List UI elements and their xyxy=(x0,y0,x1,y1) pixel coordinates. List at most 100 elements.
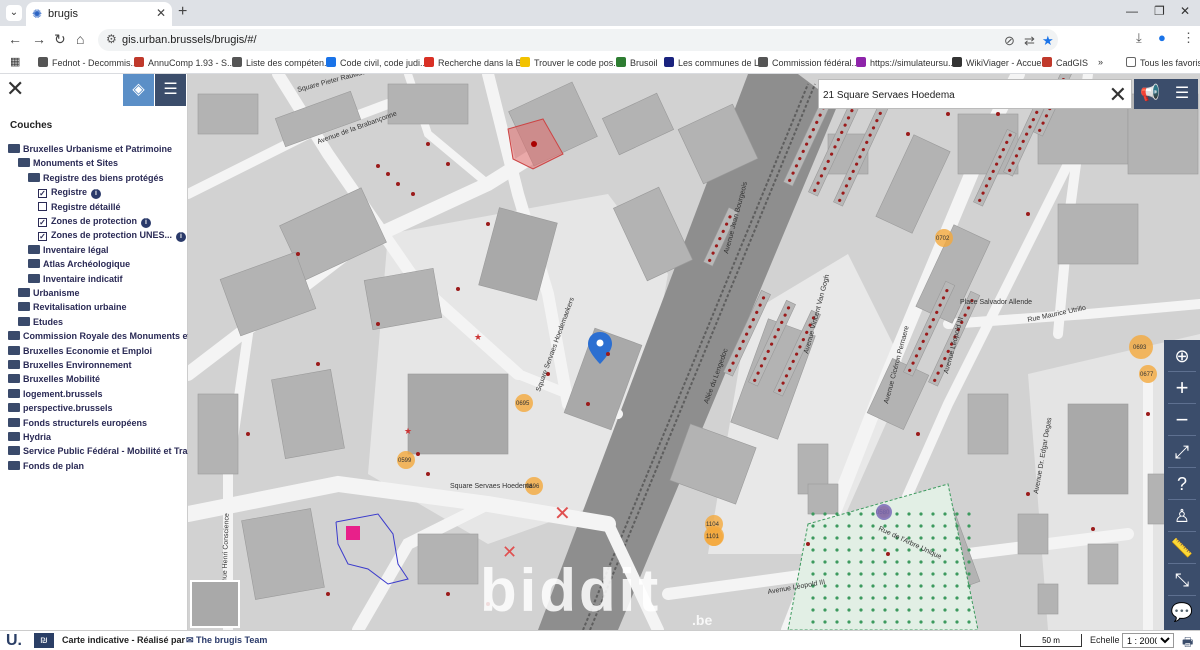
browser-toolbar: ← → ↻ ⌂ ⚙ gis.urban.brussels/brugis/#/ ⊘… xyxy=(0,26,1200,54)
announcement-icon[interactable]: 📢 xyxy=(1134,79,1166,109)
search-input[interactable] xyxy=(823,86,1103,104)
close-tab-icon[interactable]: ✕ xyxy=(156,6,166,20)
bookmark-item[interactable]: Les communes de L... xyxy=(664,57,767,68)
bookmark-item[interactable]: Commission fédéral... xyxy=(758,57,859,68)
layer-tree-item[interactable]: ✓ Zones de protection UNES... i xyxy=(38,230,187,243)
fullscreen-icon[interactable]: ⤡ xyxy=(1164,564,1200,596)
minimize-icon[interactable]: — xyxy=(1126,4,1138,18)
main-menu-icon[interactable]: ☰ xyxy=(1166,79,1198,109)
bookmark-star-icon[interactable]: ★ xyxy=(1042,33,1054,49)
layer-tree-item[interactable]: Registre détaillé xyxy=(38,201,121,214)
legend-list-icon[interactable]: ☰ xyxy=(155,74,186,106)
layer-tree-item[interactable]: Revitalisation urbaine xyxy=(18,302,127,314)
layer-tree-item[interactable]: ✓ Zones de protection i xyxy=(38,216,152,228)
layer-tree-item[interactable]: perspective.brussels xyxy=(8,403,113,415)
restore-icon[interactable]: ❐ xyxy=(1154,4,1165,18)
back-icon[interactable]: ← xyxy=(8,31,22,47)
clear-search-icon[interactable]: ✕ xyxy=(1109,82,1127,108)
apps-grid-icon[interactable]: ▦ xyxy=(10,55,20,68)
layer-tree-item[interactable]: Service Public Fédéral - Mobilité et Tra… xyxy=(8,446,195,458)
layer-tree-item[interactable]: Bruxelles Urbanisme et Patrimoine xyxy=(8,144,172,156)
locate-icon[interactable]: ⊕ xyxy=(1164,340,1200,372)
translate-icon[interactable]: ⇄ xyxy=(1024,33,1035,49)
layer-tree-item[interactable]: Inventaire indicatif xyxy=(28,273,123,286)
street-view-icon[interactable]: ♙ xyxy=(1164,500,1200,532)
bookmark-item[interactable]: Fednot - Decommis... xyxy=(38,57,138,68)
layer-label: Atlas Archéologique xyxy=(43,259,131,270)
bookmark-item[interactable]: Recherche dans la B... xyxy=(424,57,529,68)
layer-tree-item[interactable]: Etudes xyxy=(18,316,63,329)
window-close-icon[interactable]: ✕ xyxy=(1180,4,1190,18)
layer-tree-item[interactable]: Bruxelles Mobilité xyxy=(8,374,100,386)
brussels-iris-logo-icon: ₪ xyxy=(34,633,54,648)
layer-tree-item[interactable]: ✓ Registre i xyxy=(38,187,102,200)
layer-tree-item[interactable]: Urbanisme xyxy=(18,288,80,300)
folder-icon xyxy=(8,417,20,427)
measure-ruler-icon[interactable]: 📏 xyxy=(1164,532,1200,564)
overview-map-thumbnail[interactable] xyxy=(190,580,240,628)
profile-icon[interactable]: ● xyxy=(1158,30,1166,45)
scale-select[interactable]: 1 : 2000 xyxy=(1122,633,1174,648)
layer-checkbox[interactable]: ✓ xyxy=(38,189,47,199)
map-canvas[interactable]: ✕ ✕ ★ ★ 06950599069607020693067711041102… xyxy=(188,74,1200,630)
bookmark-item[interactable]: CadGIS xyxy=(1042,57,1088,68)
zoom-out-icon[interactable]: − xyxy=(1164,404,1200,436)
layer-tree-item[interactable]: logement.brussels xyxy=(8,388,103,401)
layer-tree-item[interactable]: Bruxelles Economie et Emploi xyxy=(8,345,152,358)
bookmark-item[interactable]: AnnuComp 1.93 - S... xyxy=(134,57,235,68)
eye-off-icon[interactable]: ⊘ xyxy=(1004,33,1015,49)
layer-tree-item[interactable]: Monuments et Sites xyxy=(18,158,118,170)
bookmarks-more[interactable]: » xyxy=(1098,57,1103,67)
browser-tab[interactable]: ✺ brugis ✕ xyxy=(26,2,172,26)
layer-tree-item[interactable]: Inventaire légal xyxy=(28,244,109,257)
layer-checkbox[interactable] xyxy=(38,201,47,211)
layer-tree-item[interactable]: Registre des biens protégés xyxy=(28,172,164,185)
home-icon[interactable]: ⌂ xyxy=(76,31,84,47)
layer-checkbox[interactable]: ✓ xyxy=(38,232,47,242)
bookmark-item[interactable]: Liste des compéten... xyxy=(232,57,332,68)
address-bar[interactable]: ⚙ gis.urban.brussels/brugis/#/ ⊘ ⇄ ★ xyxy=(98,29,1058,51)
layer-info-icon[interactable]: i xyxy=(176,232,187,243)
layer-label: Registre détaillé xyxy=(51,201,121,212)
folder-icon xyxy=(8,360,20,369)
full-extent-icon[interactable]: ⤢ xyxy=(1164,436,1200,468)
bookmark-label: WikiViager - Accueil xyxy=(966,58,1046,68)
new-tab-icon[interactable]: + xyxy=(178,3,187,21)
brugis-team-link[interactable]: ✉ The brugis Team xyxy=(186,635,267,646)
layer-tree-item[interactable]: Commission Royale des Monuments et... xyxy=(8,331,198,343)
layer-tree-item[interactable]: Fonds structurels européens xyxy=(8,417,147,430)
reload-icon[interactable]: ↻ xyxy=(54,31,66,48)
close-panel-icon[interactable]: ✕ xyxy=(6,78,24,100)
poi-label: 0599 xyxy=(398,458,412,464)
site-info-icon[interactable]: ⚙ xyxy=(106,32,117,46)
bookmark-item[interactable]: Trouver le code pos... xyxy=(520,57,621,68)
bookmark-item[interactable]: Brusoil xyxy=(616,57,658,68)
print-icon[interactable]: 🖶 xyxy=(1182,633,1193,650)
bookmark-item[interactable]: WikiViager - Accueil xyxy=(952,57,1045,68)
layers-tab-icon[interactable]: ◈ xyxy=(123,74,154,106)
bookmark-item[interactable]: Code civil, code judi... xyxy=(326,57,428,68)
zoom-in-icon[interactable]: + xyxy=(1164,372,1200,404)
layer-tree-item[interactable]: Hydria xyxy=(8,432,51,444)
download-icon[interactable]: ⤓ xyxy=(1136,30,1142,46)
bookmark-label: Commission fédéral... xyxy=(772,58,860,68)
layer-tree-item[interactable]: Bruxelles Environnement xyxy=(8,360,132,372)
layer-label: Bruxelles Urbanisme et Patrimoine xyxy=(23,144,173,154)
layer-label: Urbanisme xyxy=(33,288,80,298)
bookmark-favicon-icon xyxy=(664,57,674,67)
folder-icon xyxy=(8,432,20,441)
layer-info-icon[interactable]: i xyxy=(91,189,102,200)
all-bookmarks[interactable]: Tous les favoris xyxy=(1126,57,1200,68)
layer-label: logement.brussels xyxy=(23,388,103,399)
bookmark-item[interactable]: https://simulateursu... xyxy=(856,57,956,68)
forward-icon[interactable]: → xyxy=(32,31,46,47)
layer-checkbox[interactable]: ✓ xyxy=(38,218,47,227)
layer-info-icon[interactable]: i xyxy=(141,218,152,228)
layer-tree-item[interactable]: Atlas Archéologique xyxy=(28,259,130,271)
menu-dots-icon[interactable]: ⋮ xyxy=(1182,30,1195,46)
layer-tree-item[interactable]: Fonds de plan xyxy=(8,460,84,473)
identify-help-icon[interactable]: ? xyxy=(1164,468,1200,500)
brugis-favicon-icon: ✺ xyxy=(32,7,43,21)
chat-icon[interactable]: 💬 xyxy=(1164,596,1200,628)
tab-search-icon[interactable]: ⌄ xyxy=(6,5,22,21)
